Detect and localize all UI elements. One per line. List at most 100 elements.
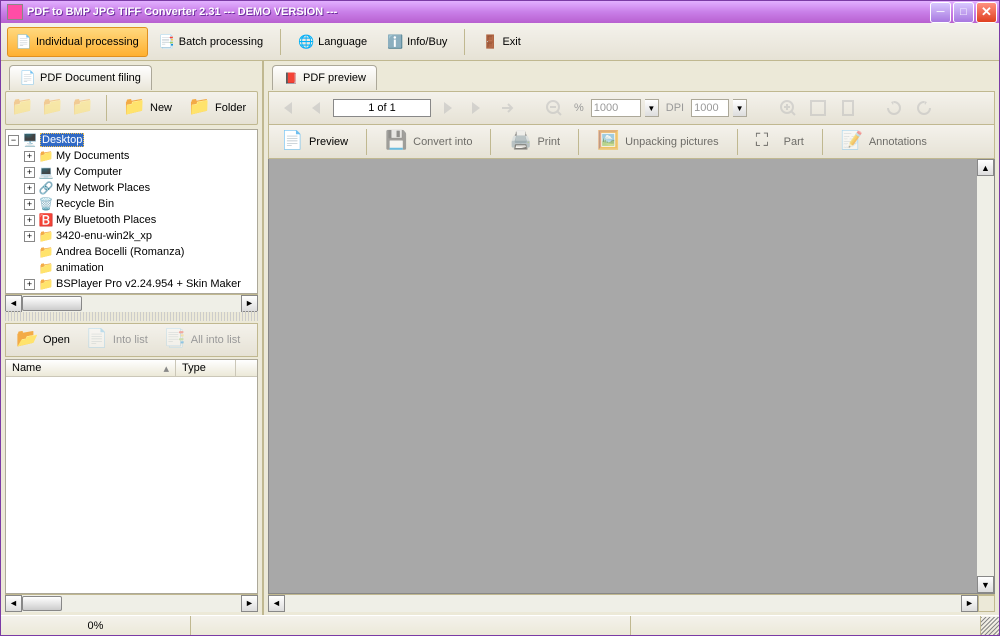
crop-icon: ⛶ — [756, 130, 780, 154]
open-button[interactable]: Open — [10, 325, 76, 355]
separator — [490, 129, 491, 155]
print-button[interactable]: 🖨️ Print — [501, 126, 568, 158]
annotations-button[interactable]: 📝 Annotations — [833, 126, 935, 158]
expand-icon[interactable]: + — [24, 199, 35, 210]
expand-icon[interactable]: + — [24, 167, 35, 178]
maximize-button[interactable]: □ — [953, 2, 974, 23]
scroll-right-button[interactable]: ► — [241, 595, 258, 612]
window-title: PDF to BMP JPG TIFF Converter 2.31 --- D… — [27, 6, 930, 18]
horizontal-splitter[interactable] — [5, 311, 258, 321]
scroll-left-button[interactable]: ◄ — [5, 595, 22, 612]
zoom-input[interactable] — [591, 99, 641, 117]
language-button[interactable]: Language — [289, 27, 376, 57]
scroll-right-button[interactable]: ► — [241, 295, 258, 312]
tree-item[interactable]: +Recycle Bin — [8, 196, 255, 212]
preview-button[interactable]: Preview — [273, 126, 356, 158]
col-name[interactable]: Name ▴ — [6, 360, 176, 376]
scroll-thumb[interactable] — [22, 296, 82, 311]
tree-item[interactable]: +My Network Places — [8, 180, 255, 196]
tree-item[interactable]: +3420-enu-win2k_xp — [8, 228, 255, 244]
info-buy-button[interactable]: Info/Buy — [378, 27, 456, 57]
nav-up-button[interactable] — [70, 95, 96, 121]
into-list-button[interactable]: Into list — [80, 325, 154, 355]
part-button[interactable]: ⛶ Part — [748, 126, 812, 158]
dpi-dropdown[interactable]: ▼ — [733, 99, 747, 117]
minimize-button[interactable]: ─ — [930, 2, 951, 23]
tree-item[interactable]: animation — [8, 260, 255, 276]
resize-grip[interactable] — [981, 617, 999, 635]
zoom-in-button[interactable] — [775, 95, 801, 121]
zoom-out-button[interactable] — [541, 95, 567, 121]
folder-icon — [38, 212, 54, 228]
tree-hscroll[interactable]: ◄ ► — [5, 294, 258, 311]
page-icon — [86, 328, 110, 352]
separator — [464, 29, 465, 55]
all-into-list-button[interactable]: All into list — [158, 325, 247, 355]
nav-back-button[interactable] — [10, 95, 36, 121]
convert-button[interactable]: 💾 Convert into — [377, 126, 480, 158]
close-button[interactable]: ✕ — [976, 2, 997, 23]
collapse-icon[interactable]: − — [8, 135, 19, 146]
folder-button[interactable]: Folder — [182, 93, 252, 123]
expand-icon[interactable]: + — [24, 279, 35, 290]
main-toolbar: Individual processing Batch processing L… — [1, 23, 999, 61]
fit-page-button[interactable] — [835, 95, 861, 121]
separator — [578, 129, 579, 155]
scroll-thumb[interactable] — [22, 596, 62, 611]
tab-pdf-preview[interactable]: PDF preview — [272, 65, 377, 90]
list-hscroll[interactable]: ◄ ► — [5, 594, 258, 611]
dpi-label: DPI — [663, 102, 687, 114]
expand-icon[interactable]: + — [24, 231, 35, 242]
preview-hscroll[interactable]: ◄ ► — [268, 594, 995, 611]
folder-icon — [38, 244, 54, 260]
dpi-input[interactable] — [691, 99, 729, 117]
list-toolbar: Open Into list All into list — [5, 323, 258, 357]
folder-icon — [38, 228, 54, 244]
expand-icon[interactable]: + — [24, 151, 35, 162]
tree-item[interactable]: +My Bluetooth Places — [8, 212, 255, 228]
last-page-button[interactable] — [465, 95, 491, 121]
scroll-left-button[interactable]: ◄ — [268, 595, 285, 612]
scroll-down-button[interactable]: ▼ — [977, 576, 994, 593]
folder-tree[interactable]: − Desktop +My Documents+My Computer+My N… — [5, 129, 258, 294]
tab-document-filing[interactable]: PDF Document filing — [9, 65, 152, 90]
tree-item[interactable]: Andrea Bocelli (Romanza) — [8, 244, 255, 260]
col-type[interactable]: Type — [176, 360, 236, 376]
rotate-left-button[interactable] — [881, 95, 907, 121]
preview-area: ▲ ▼ — [268, 159, 995, 594]
rotate-right-button[interactable] — [911, 95, 937, 121]
zoom-dropdown[interactable]: ▼ — [645, 99, 659, 117]
status-cell — [191, 616, 631, 635]
separator — [822, 129, 823, 155]
page-icon — [281, 130, 305, 154]
scroll-left-button[interactable]: ◄ — [5, 295, 22, 312]
individual-processing-button[interactable]: Individual processing — [7, 27, 148, 57]
expand-icon[interactable]: + — [24, 183, 35, 194]
tree-item[interactable]: + My Computer — [8, 164, 255, 180]
tree-item[interactable]: +My Documents — [8, 148, 255, 164]
desktop-icon — [22, 132, 38, 148]
image-icon: 🖼️ — [597, 130, 621, 154]
tree-item-label: My Computer — [56, 166, 122, 178]
fit-width-button[interactable] — [805, 95, 831, 121]
prev-page-button[interactable] — [303, 95, 329, 121]
goto-page-button[interactable] — [495, 95, 521, 121]
unpack-pictures-button[interactable]: 🖼️ Unpacking pictures — [589, 126, 727, 158]
nav-fwd-button[interactable] — [40, 95, 66, 121]
statusbar: 0% — [1, 615, 999, 635]
tree-item[interactable]: +BSPlayer Pro v2.24.954 + Skin Maker — [8, 276, 255, 292]
first-page-button[interactable] — [273, 95, 299, 121]
batch-processing-button[interactable]: Batch processing — [150, 27, 272, 57]
exit-button[interactable]: Exit — [473, 27, 529, 57]
preview-nav-toolbar: 1 of 1 % ▼ DPI ▼ — [268, 91, 995, 125]
scroll-up-button[interactable]: ▲ — [977, 159, 994, 176]
file-list[interactable]: Name ▴ Type — [5, 359, 258, 594]
folder-icon — [38, 196, 54, 212]
next-page-button[interactable] — [435, 95, 461, 121]
info-icon — [387, 34, 403, 50]
tree-root[interactable]: − Desktop — [8, 132, 255, 148]
new-button[interactable]: New — [117, 93, 178, 123]
scroll-right-button[interactable]: ► — [961, 595, 978, 612]
expand-icon[interactable]: + — [24, 215, 35, 226]
preview-vscroll[interactable]: ▲ ▼ — [977, 159, 994, 593]
